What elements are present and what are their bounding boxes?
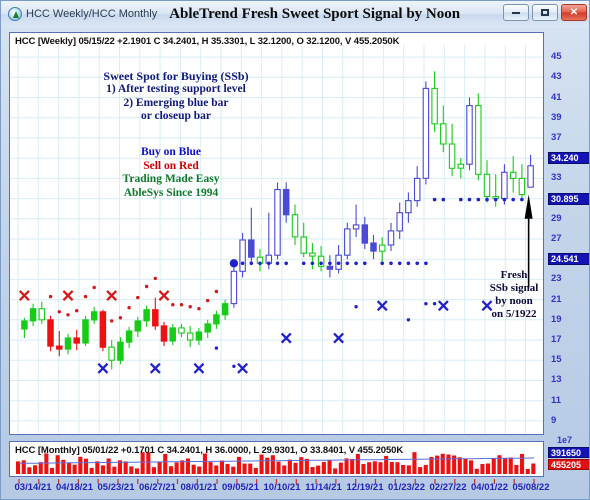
price-tick-37: 37 (551, 131, 562, 143)
price-tick-19: 19 (551, 313, 562, 325)
window-document-title: HCC Weekly/HCC Monthly (26, 8, 158, 20)
date-label-0: 03/14/21 (14, 482, 52, 493)
close-button[interactable]: ✕ (561, 4, 587, 21)
price-tick-43: 43 (551, 71, 562, 83)
ablesys-chart-window: HCC Weekly/HCC Monthly AbleTrend Fresh S… (0, 0, 590, 500)
page-title: AbleTrend Fresh Sweet Sport Signal by No… (169, 5, 461, 22)
volume-exponent-label: 1e7 (557, 435, 573, 445)
price-tick-39: 39 (551, 111, 562, 123)
tagline-line-1: Trading Made Easy (122, 173, 220, 186)
price-highlight-box-34.240: 34.240 (548, 152, 589, 165)
buy-on-blue-label: Buy on Blue (140, 146, 202, 158)
maximize-icon (541, 9, 549, 16)
date-label-5: 09/05/21 (222, 482, 259, 493)
strategy-legend-annotation: Buy on Blue Sell on Red Trading Made Eas… (71, 146, 271, 200)
price-tick-17: 17 (551, 334, 562, 346)
date-label-6: 10/10/21 (263, 482, 301, 493)
maximize-button[interactable] (532, 4, 558, 21)
date-label-9: 01/23/22 (388, 482, 425, 493)
ssb-line-3: 2) Emerging blue bar (123, 96, 229, 109)
window-controls: ✕ (503, 4, 587, 21)
date-label-4: 08/01/21 (180, 482, 218, 493)
price-tick-29: 29 (551, 212, 562, 224)
price-tick-45: 45 (551, 51, 562, 63)
monthly-ohlc-readout: HCC [Monthly] 05/01/22 +0.1701 C 34.2401… (15, 445, 404, 456)
ssb-line-1: Sweet Spot for Buying (SSb) (103, 69, 249, 83)
date-label-2: 05/23/21 (97, 482, 135, 493)
price-tick-11: 11 (551, 394, 562, 406)
price-axis[interactable]: 45 43 41 39 37 34.240 33 30.895 29 27 24.541 23 21 19… (547, 32, 589, 435)
price-tick-27: 27 (551, 233, 562, 244)
fresh-line-1: Fresh (500, 269, 528, 281)
minimize-icon (512, 11, 520, 14)
price-tick-15: 15 (551, 354, 562, 366)
volume-value-box-red: 455205 (548, 459, 589, 470)
price-tick-33: 33 (551, 172, 562, 184)
price-tick-9: 9 (551, 414, 557, 426)
price-tick-23: 23 (551, 273, 562, 285)
fresh-signal-annotation: Fresh SSb signal by noon on 5/1922 (469, 269, 559, 321)
close-icon: ✕ (569, 6, 579, 18)
date-axis[interactable]: 03/14/21 04/18/21 05/23/21 06/27/21 08/01/21… (9, 479, 549, 499)
fresh-line-4: on 5/1922 (491, 307, 537, 320)
ssb-line-2: 1) After testing support level (106, 83, 246, 96)
date-label-8: 12/19/21 (346, 482, 384, 493)
ablesys-globe-icon (8, 7, 22, 21)
sweet-spot-annotation: Sweet Spot for Buying (SSb) 1) After tes… (61, 69, 291, 124)
date-label-7: 11/14/21 (305, 482, 342, 493)
volume-axis[interactable]: 1e7 391650 455205 (547, 435, 589, 479)
price-tick-13: 13 (551, 374, 562, 386)
minimize-button[interactable] (503, 4, 529, 21)
price-tick-41: 41 (551, 91, 562, 103)
sell-on-red-label: Sell on Red (143, 159, 199, 172)
weekly-ohlc-readout: HCC [Weekly] 05/15/22 +2.1901 C 34.2401,… (15, 36, 400, 47)
date-label-1: 04/18/21 (56, 482, 93, 493)
date-label-3: 06/27/21 (139, 482, 176, 493)
date-label-11: 04/01/22 (471, 482, 508, 493)
price-tick-21: 21 (551, 293, 562, 305)
date-label-10: 02/27/22 (429, 482, 467, 493)
ssb-line-4: or closeup bar (140, 110, 212, 123)
fresh-line-3: by noon (495, 294, 533, 307)
monthly-volume-panel[interactable]: HCC [Monthly] 05/01/22 +0.1701 C 34.2401… (9, 441, 544, 477)
volume-value-box-blue: 391650 (548, 447, 589, 458)
date-label-12: 05/08/22 (512, 482, 550, 493)
tagline-line-2: AbleSys Since 1994 (123, 186, 219, 199)
price-highlight-box-30.895: 30.895 (548, 192, 589, 205)
price-highlight-box-24.541: 24.541 (548, 253, 589, 266)
fresh-line-2: SSb signal (489, 281, 539, 294)
window-titlebar: HCC Weekly/HCC Monthly AbleTrend Fresh S… (1, 1, 589, 27)
